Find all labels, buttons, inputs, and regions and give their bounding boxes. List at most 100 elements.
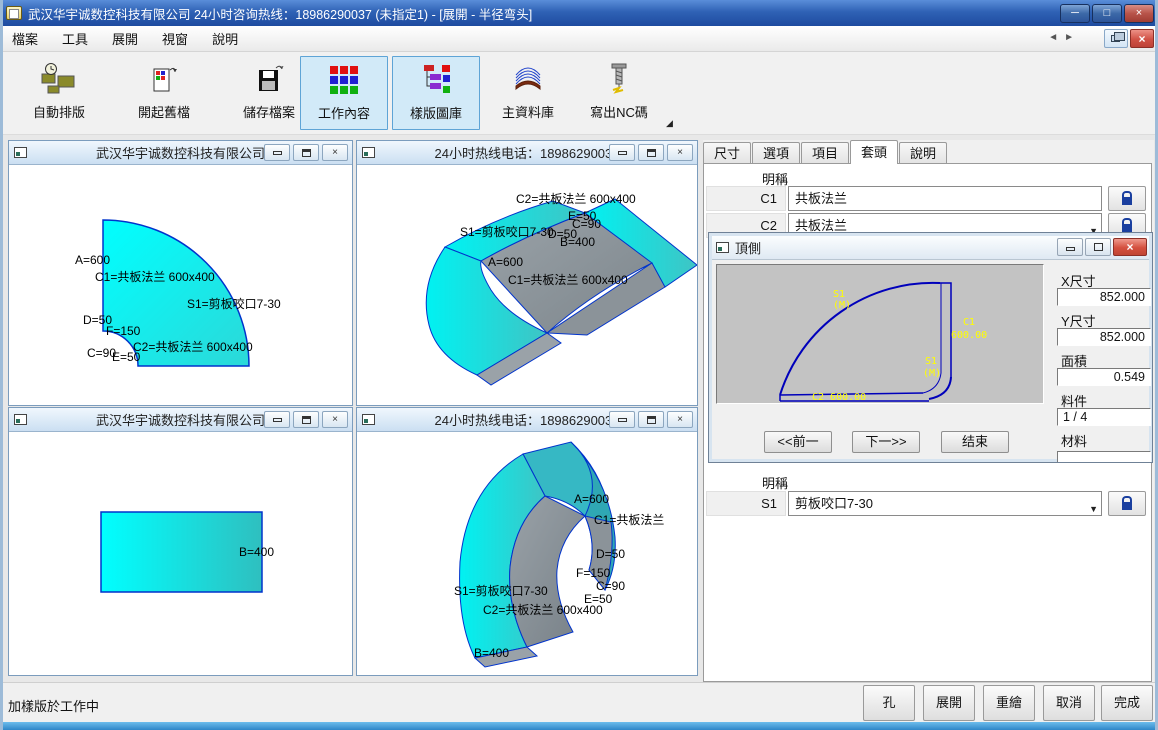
dialog-close-button[interactable]: × (1113, 238, 1147, 256)
toolbar-button-write-nc[interactable]: 寫出NC碼 (575, 56, 663, 130)
dim-label: C2=共板法兰 600x400 (516, 190, 636, 207)
save-file-icon (249, 62, 289, 98)
close-button[interactable]: × (1124, 4, 1154, 23)
dim-label: F=150 (576, 566, 610, 580)
dropdown-value: 剪板咬口7-30 (795, 496, 873, 511)
child-titlebar[interactable]: 24小时热线电话：18986290037 × (357, 141, 697, 165)
field-value-x[interactable]: 852.000 (1057, 288, 1151, 306)
child-minimize-button[interactable] (264, 144, 290, 161)
maximize-icon: □ (1104, 7, 1111, 19)
flat-pattern-shape (9, 165, 352, 405)
nav-right-icon[interactable]: ► (1064, 32, 1080, 43)
child-close-button[interactable]: × (667, 144, 693, 161)
child-window-title: 24小时热线电话：18986290037 (435, 410, 620, 429)
dim-label: C1=共板法兰 (594, 511, 664, 528)
row-key-c1: C1 (706, 186, 786, 211)
unfold-button[interactable]: 展開 (923, 685, 975, 721)
lock-button-s1[interactable] (1108, 491, 1146, 516)
tab-options[interactable]: 選項 (752, 142, 800, 163)
finish-button[interactable]: 结束 (941, 431, 1009, 453)
dim-label: S1=剪板咬口7-30 (187, 295, 281, 312)
child-titlebar[interactable]: 武汉华宇诚数控科技有限公司 × (9, 408, 352, 432)
complete-button[interactable]: 完成 (1101, 685, 1153, 721)
toolbar-button-auto-nest[interactable]: 自動排版 (15, 56, 103, 130)
dim-label: C1=共板法兰 600x400 (95, 268, 215, 285)
child-titlebar[interactable]: 24小时热线电话：18986290037 × (357, 408, 697, 432)
hole-button[interactable]: 孔 (863, 685, 915, 721)
mdi-restore-button[interactable] (1104, 29, 1128, 48)
minimize-icon (273, 418, 282, 422)
menu-tools[interactable]: 工具 (50, 25, 100, 52)
window-title: 武汉华宇诚数控科技有限公司 24小时咨询热线：18986290037 (未指定1… (28, 4, 1058, 23)
field-value-y[interactable]: 852.000 (1057, 328, 1151, 346)
child-window-3d-view-2: 24小时热线电话：18986290037 × (356, 407, 698, 676)
maximize-icon (1094, 243, 1103, 251)
dim-label: A=600 (488, 255, 523, 269)
dim-label: C1=共板法兰 600x400 (508, 271, 628, 288)
child-minimize-button[interactable] (609, 411, 635, 428)
previous-button[interactable]: <<前一 (764, 431, 832, 453)
dialog-minimize-button[interactable] (1057, 238, 1083, 256)
tab-items[interactable]: 項目 (801, 142, 849, 163)
child-maximize-button[interactable] (293, 144, 319, 161)
toolbar-button-open-file[interactable]: 開起舊檔 (120, 56, 208, 130)
child-close-button[interactable]: × (667, 411, 693, 428)
child-maximize-button[interactable] (638, 144, 664, 161)
canvas-label-c1-val: 600.00 (951, 330, 987, 341)
tab-dimensions[interactable]: 尺寸 (703, 142, 751, 163)
cancel-button[interactable]: 取消 (1043, 685, 1095, 721)
minimize-icon (618, 151, 627, 155)
child-window-title: 武汉华宇诚数控科技有限公司 (96, 143, 265, 162)
child-titlebar[interactable]: 武汉华宇诚数控科技有限公司 × (9, 141, 352, 165)
maximize-button[interactable]: □ (1092, 4, 1122, 23)
lock-icon (1122, 197, 1132, 205)
menu-window[interactable]: 視窗 (150, 25, 200, 52)
child-close-button[interactable]: × (322, 411, 348, 428)
close-icon: × (677, 147, 683, 158)
toolbar-button-main-database[interactable]: 主資料庫 (484, 56, 572, 130)
tab-connectors[interactable]: 套頭 (850, 140, 898, 164)
chevron-down-icon[interactable]: ▼ (1089, 498, 1098, 521)
dim-label: D=50 (596, 547, 625, 561)
toolbar-button-template-library[interactable]: 樣版圖庫 (392, 56, 480, 130)
child-window-title: 武汉华宇诚数控科技有限公司 (96, 410, 265, 429)
menu-help[interactable]: 說明 (200, 25, 250, 52)
toolbar-button-work-content[interactable]: 工作內容 (300, 56, 388, 130)
field-value-area[interactable]: 0.549 (1057, 368, 1151, 386)
child-minimize-button[interactable] (264, 411, 290, 428)
lock-button-c1[interactable] (1108, 186, 1146, 211)
dim-label: E=50 (112, 350, 140, 364)
dialog-titlebar[interactable]: 頂側 × (712, 236, 1149, 260)
row-value-s1-dropdown[interactable]: 剪板咬口7-30▼ (788, 491, 1102, 516)
menu-unfold[interactable]: 展開 (100, 25, 150, 52)
field-value-part[interactable]: 1 / 4 (1057, 408, 1151, 426)
maximize-icon (647, 149, 656, 157)
drawing-area-3d-2: A=600 C1=共板法兰 D=50 F=150 C=90 E=50 S1=剪板… (357, 432, 697, 675)
mdi-nav-arrows[interactable]: ◄► (1048, 32, 1080, 43)
child-maximize-button[interactable] (638, 411, 664, 428)
redraw-button[interactable]: 重繪 (983, 685, 1035, 721)
child-window-3d-view-1: 24小时热线电话：18986290037 × (356, 140, 698, 406)
field-value-material[interactable] (1057, 451, 1151, 463)
next-button[interactable]: 下一>> (852, 431, 920, 453)
close-icon: × (1136, 7, 1142, 19)
close-icon: × (332, 414, 338, 425)
statusbar: 加樣版於工作中 孔 展開 重繪 取消 完成 (0, 682, 1158, 722)
toolbar-overflow-icon[interactable]: ◢ (666, 118, 673, 129)
rect-pattern-shape (9, 432, 352, 675)
menu-file[interactable]: 檔案 (0, 25, 50, 52)
nav-left-icon[interactable]: ◄ (1048, 32, 1064, 43)
minimize-icon (1066, 247, 1075, 251)
minimize-button[interactable]: ─ (1060, 4, 1090, 23)
template-library-icon (416, 63, 456, 99)
mdi-close-button[interactable]: × (1130, 29, 1154, 48)
name-column-header-s1: 明稱 (762, 473, 788, 492)
dialog-maximize-button[interactable] (1085, 238, 1111, 256)
drawing-area-rect: B=400 (9, 432, 352, 675)
child-close-button[interactable]: × (322, 144, 348, 161)
child-minimize-button[interactable] (609, 144, 635, 161)
child-maximize-button[interactable] (293, 411, 319, 428)
tab-help[interactable]: 說明 (899, 142, 947, 163)
row-value-c1[interactable]: 共板法兰 (788, 186, 1102, 211)
toolbar-label: 自動排版 (15, 102, 103, 121)
